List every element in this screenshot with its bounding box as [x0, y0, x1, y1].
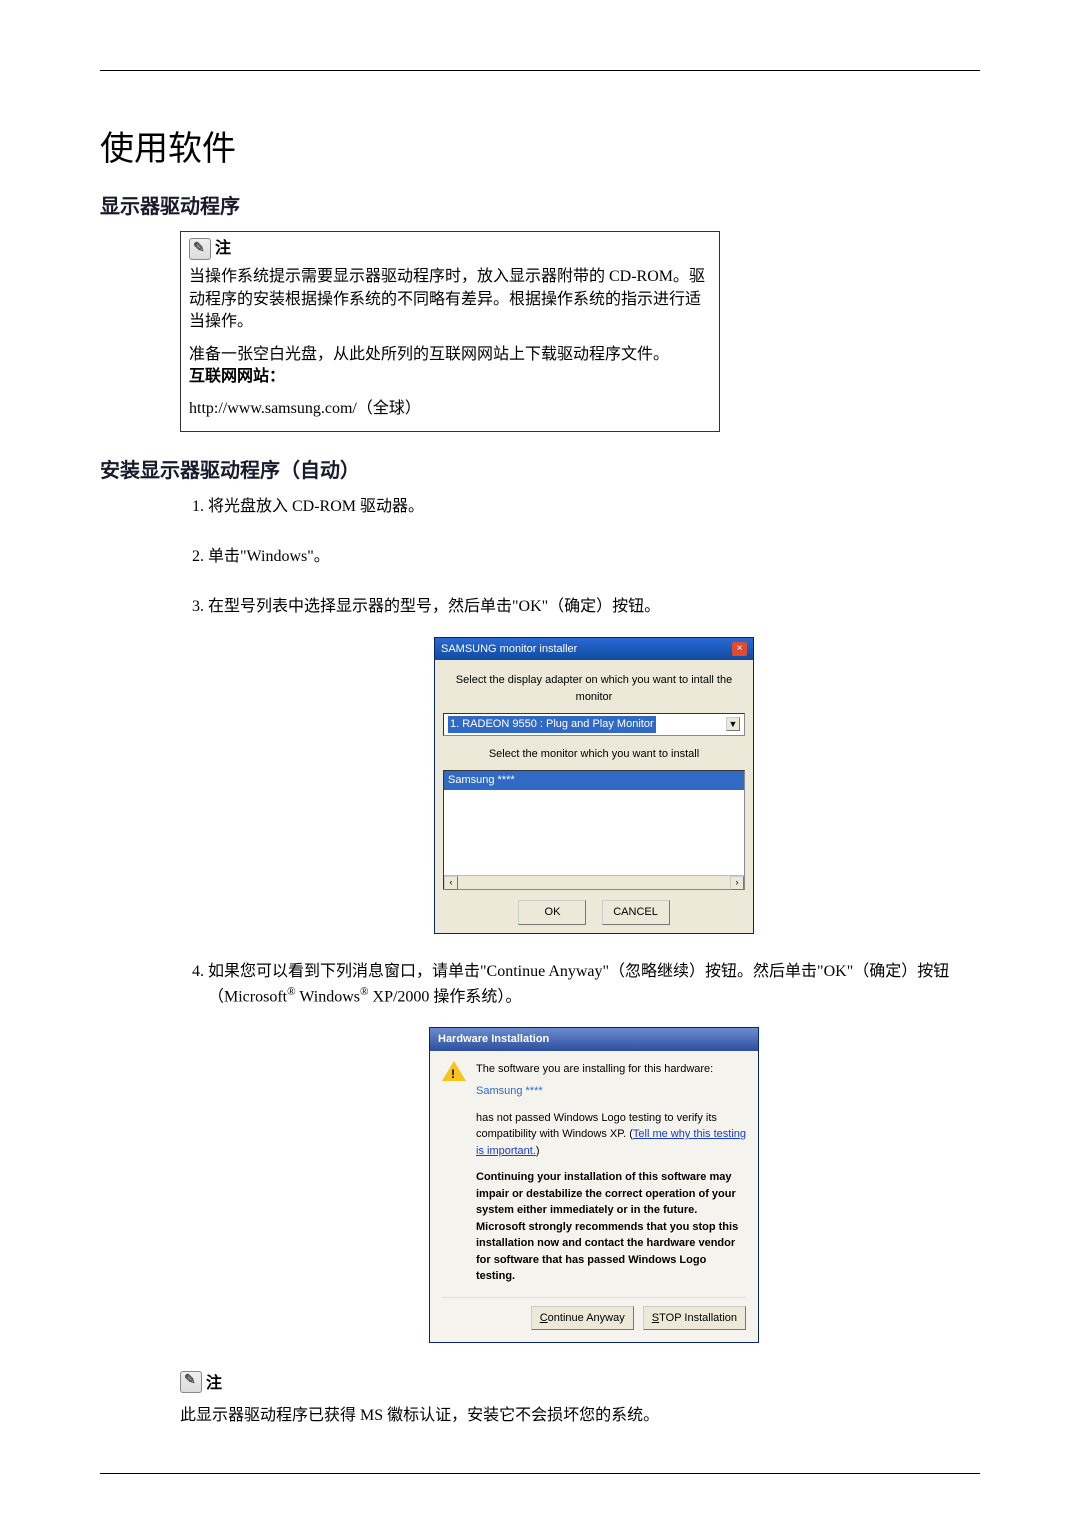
chevron-down-icon[interactable]: ▼: [726, 717, 740, 731]
adapter-dropdown[interactable]: 1. RADEON 9550 : Plug and Play Monitor ▼: [443, 713, 745, 736]
note-header: 注: [189, 238, 711, 260]
step-3-text: 在型号列表中选择显示器的型号，然后单击"OK"（确定）按钮。: [208, 598, 660, 615]
footnote-block: 注 此显示器驱动程序已获得 MS 徽标认证，安装它不会损坏您的系统。: [180, 1369, 980, 1425]
continue-anyway-button[interactable]: CContinue Anywayontinue Anyway: [531, 1306, 634, 1331]
hw-emphasis: Continuing your installation of this sof…: [476, 1169, 746, 1285]
reg-mark-1: ®: [287, 986, 296, 998]
monitor-selected: Samsung ****: [444, 771, 744, 790]
step-3: 在型号列表中选择显示器的型号，然后单击"OK"（确定）按钮。 SAMSUNG m…: [208, 595, 980, 934]
page-title: 使用软件: [100, 121, 980, 170]
hw-text: The software you are installing for this…: [476, 1061, 746, 1285]
section-heading-install: 安装显示器驱动程序（自动）: [100, 454, 980, 483]
pencil-icon: [189, 238, 211, 260]
installer-instruction-2: Select the monitor which you want to ins…: [443, 746, 745, 763]
installer-titlebar: SAMSUNG monitor installer ×: [435, 638, 753, 661]
bottom-divider: [100, 1473, 980, 1474]
samsung-installer-window: SAMSUNG monitor installer × Select the d…: [434, 637, 754, 934]
scroll-right-icon[interactable]: ›: [730, 876, 744, 890]
warning-icon: !: [442, 1061, 466, 1083]
scroll-left-icon[interactable]: ‹: [444, 876, 458, 890]
step-1-text: 将光盘放入 CD-ROM 驱动器。: [208, 498, 424, 515]
installer-button-row: OK CANCEL: [443, 900, 745, 925]
hw-line2: has not passed Windows Logo testing to v…: [476, 1110, 746, 1160]
hw-l2b: ): [536, 1145, 540, 1157]
note-box: 注 当操作系统提示需要显示器驱动程序时，放入显示器附带的 CD-ROM。驱动程序…: [180, 231, 720, 432]
section-heading-driver: 显示器驱动程序: [100, 190, 980, 219]
note-paragraph-2: 准备一张空白光盘，从此处所列的互联网网站上下载驱动程序文件。 互联网网站：: [189, 344, 711, 389]
installer-body: Select the display adapter on which you …: [435, 660, 753, 933]
note-url: http://www.samsung.com/（全球）: [189, 398, 711, 420]
cancel-button[interactable]: CANCEL: [602, 900, 670, 925]
install-steps: 将光盘放入 CD-ROM 驱动器。 单击"Windows"。 在型号列表中选择显…: [180, 495, 980, 1343]
footnote-header: 注: [180, 1369, 980, 1393]
note-para2a: 准备一张空白光盘，从此处所列的互联网网站上下载驱动程序文件。: [189, 346, 669, 363]
note-para2b: 互联网网站：: [189, 368, 285, 385]
stop-installation-button[interactable]: STOP InstallationSTOP Installation: [643, 1306, 746, 1331]
note-paragraph-1: 当操作系统提示需要显示器驱动程序时，放入显示器附带的 CD-ROM。驱动程序的安…: [189, 266, 711, 333]
top-divider: [100, 70, 980, 71]
hw-button-row: CContinue Anywayontinue Anyway STOP Inst…: [442, 1297, 746, 1331]
adapter-selected: 1. RADEON 9550 : Plug and Play Monitor: [448, 716, 656, 733]
step-1: 将光盘放入 CD-ROM 驱动器。: [208, 495, 980, 519]
footnote-text: 此显示器驱动程序已获得 MS 徽标认证，安装它不会损坏您的系统。: [180, 1401, 980, 1425]
reg-mark-2: ®: [360, 986, 369, 998]
list-scrollbar[interactable]: ‹ ›: [444, 875, 744, 889]
monitor-listbox[interactable]: Samsung **** ‹ ›: [443, 770, 745, 890]
installer-title: SAMSUNG monitor installer: [441, 641, 577, 658]
step-4-text-c: XP/2000 操作系统）。: [369, 988, 522, 1005]
hw-titlebar: Hardware Installation: [430, 1028, 758, 1051]
hw-top: ! The software you are installing for th…: [442, 1061, 746, 1285]
step-4-text-b: Windows: [296, 988, 360, 1005]
hw-body: ! The software you are installing for th…: [430, 1051, 758, 1343]
installer-instruction-1: Select the display adapter on which you …: [443, 672, 745, 705]
step-2: 单击"Windows"。: [208, 545, 980, 569]
hardware-installation-dialog: Hardware Installation ! The software you…: [429, 1027, 759, 1343]
step-4: 如果您可以看到下列消息窗口，请单击"Continue Anyway"（忽略继续）…: [208, 960, 980, 1343]
step-2-text: 单击"Windows"。: [208, 548, 330, 565]
note-label: 注: [215, 238, 231, 260]
hw-product: Samsung ****: [476, 1083, 746, 1100]
close-icon[interactable]: ×: [732, 642, 747, 656]
footnote-label: 注: [206, 1369, 222, 1393]
pencil-icon: [180, 1371, 202, 1393]
ok-button[interactable]: OK: [518, 900, 586, 925]
hw-line1: The software you are installing for this…: [476, 1061, 746, 1078]
